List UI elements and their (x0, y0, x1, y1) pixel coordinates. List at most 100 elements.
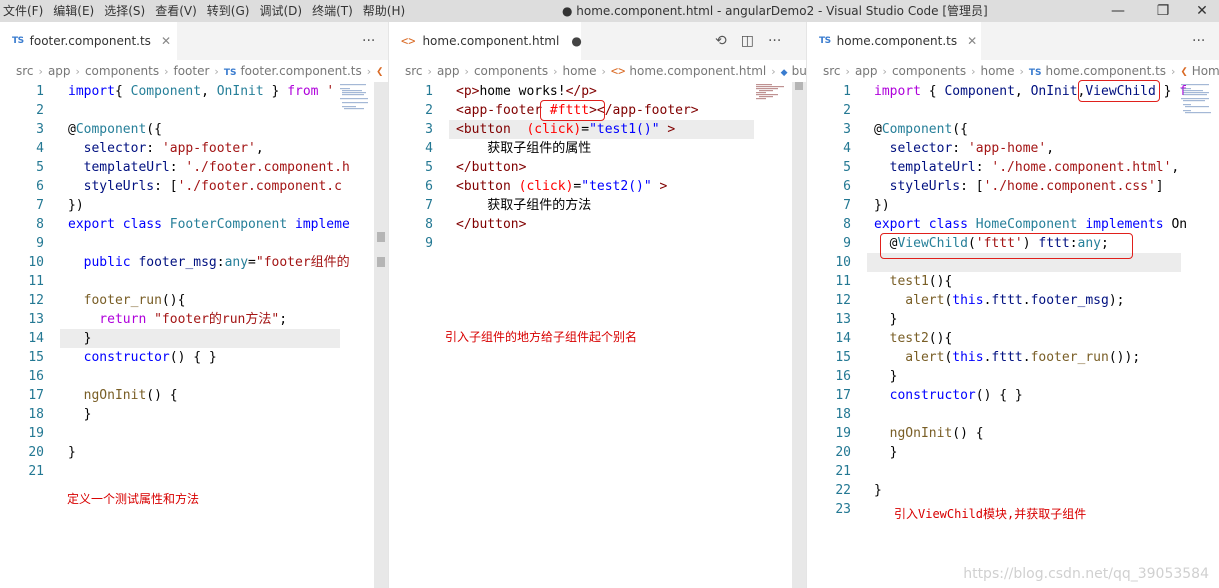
code-line[interactable]: export class FooterComponent impleme (68, 215, 350, 234)
breadcrumb-home[interactable]: home (562, 64, 596, 78)
menu-go[interactable]: 转到(G) (204, 0, 257, 22)
code-line[interactable]: <button (click)="test1()" > (456, 120, 699, 139)
line-number: 11 (28, 274, 44, 289)
code-line[interactable] (874, 405, 1187, 424)
scroll-thumb[interactable] (377, 232, 385, 242)
tab-home-component-html[interactable]: <> home.component.html ● (389, 22, 582, 60)
code-line[interactable] (456, 234, 699, 253)
code-line[interactable] (68, 101, 350, 120)
code-line[interactable]: selector: 'app-footer', (68, 139, 350, 158)
breadcrumb-symbol[interactable]: bu (792, 64, 806, 78)
code-line[interactable]: selector: 'app-home', (874, 139, 1187, 158)
code-line[interactable]: } (68, 329, 350, 348)
code-line[interactable] (68, 367, 350, 386)
code-line[interactable]: } (874, 367, 1187, 386)
code-line[interactable]: constructor() { } (874, 386, 1187, 405)
minimap[interactable] (755, 82, 789, 122)
code-line[interactable]: ngOnInit() { (68, 386, 350, 405)
code-line[interactable] (68, 272, 350, 291)
close-icon[interactable]: ✕ (161, 34, 171, 48)
menu-file[interactable]: 文件(F) (0, 0, 50, 22)
code-line[interactable]: </button> (456, 158, 699, 177)
breadcrumb-file[interactable]: home.component.ts (1046, 64, 1167, 78)
code-line[interactable]: @Component({ (68, 120, 350, 139)
menu-selection[interactable]: 选择(S) (101, 0, 152, 22)
breadcrumb-home[interactable]: home (980, 64, 1014, 78)
open-changes-icon[interactable]: ⟲ (715, 33, 727, 49)
code-line[interactable]: import{ Component, OnInit } from ' (68, 82, 350, 101)
code-line[interactable]: } (68, 443, 350, 462)
code-line[interactable]: ngOnInit() { (874, 424, 1187, 443)
menu-terminal[interactable]: 终端(T) (309, 0, 360, 22)
code-editor[interactable]: 1 2 3 4 5 6 7 8 9 10 11 12 13 14 15 16 17 18 19 20 21 22 23 im… (807, 80, 1219, 588)
breadcrumb-app[interactable]: app (855, 64, 878, 78)
breadcrumb-src[interactable]: src (823, 64, 841, 78)
code-line[interactable]: </button> (456, 215, 699, 234)
menu-edit[interactable]: 编辑(E) (50, 0, 101, 22)
breadcrumb-symbol[interactable]: Hom (1192, 64, 1219, 78)
code-line[interactable]: styleUrls: ['./home.component.css'] (874, 177, 1187, 196)
code-editor[interactable]: 123456789 <p>home works!</p> <app-footer … (389, 82, 806, 588)
code-line[interactable] (874, 101, 1187, 120)
code-line[interactable]: test2(){ (874, 329, 1187, 348)
breadcrumb-footer[interactable]: footer (173, 64, 209, 78)
code-line[interactable]: styleUrls: ['./footer.component.c (68, 177, 350, 196)
minimap[interactable] (1180, 82, 1214, 122)
code-line[interactable]: templateUrl: './footer.component.h (68, 158, 350, 177)
code-line[interactable]: footer_run(){ (68, 291, 350, 310)
code-line[interactable] (68, 462, 350, 481)
code-line[interactable]: } (874, 481, 1187, 500)
code-line[interactable]: <p>home works!</p> (456, 82, 699, 101)
code-line[interactable]: 获取子组件的属性 (456, 139, 699, 158)
code-line[interactable]: <button (click)="test2()" > (456, 177, 699, 196)
split-editor-icon[interactable]: ◫ (741, 33, 754, 49)
code-line[interactable]: } (874, 310, 1187, 329)
symbol-icon[interactable]: ❮ (376, 64, 383, 78)
menu-help[interactable]: 帮助(H) (360, 0, 412, 22)
breadcrumb-components[interactable]: components (474, 64, 548, 78)
code-content[interactable]: import { Component, OnInit,ViewChild } f… (874, 82, 1187, 519)
code-editor[interactable]: 1 2 3 4 5 6 7 8 9 10 11 12 13 14 15 16 17 18 19 20 21 import… (0, 82, 388, 588)
minimap[interactable] (339, 82, 373, 122)
code-line[interactable]: alert(this.fttt.footer_run()); (874, 348, 1187, 367)
code-line[interactable]: @Component({ (874, 120, 1187, 139)
code-line[interactable]: export class HomeComponent implements On (874, 215, 1187, 234)
code-line[interactable]: test1(){ (874, 272, 1187, 291)
code-line[interactable] (874, 462, 1187, 481)
close-window-icon[interactable]: ✕ (1179, 0, 1219, 22)
tab-footer-component-ts[interactable]: TS footer.component.ts ✕ (0, 22, 177, 60)
breadcrumb-file[interactable]: home.component.html (629, 64, 766, 78)
breadcrumb-src[interactable]: src (16, 64, 34, 78)
code-line[interactable]: } (68, 405, 350, 424)
breadcrumb-file[interactable]: footer.component.ts (240, 64, 361, 78)
breadcrumb-src[interactable]: src (405, 64, 423, 78)
vertical-scrollbar[interactable] (374, 82, 388, 588)
scroll-thumb[interactable] (795, 82, 803, 90)
vertical-scrollbar[interactable] (792, 82, 806, 588)
code-line[interactable]: return "footer的run方法"; (68, 310, 350, 329)
breadcrumb-components[interactable]: components (85, 64, 159, 78)
breadcrumb-app[interactable]: app (48, 64, 71, 78)
more-actions-icon[interactable]: ··· (362, 33, 375, 49)
more-actions-icon[interactable]: ··· (1192, 33, 1205, 49)
breadcrumb-app[interactable]: app (437, 64, 460, 78)
close-icon[interactable]: ✕ (967, 34, 977, 48)
code-line[interactable] (68, 234, 350, 253)
code-line[interactable]: constructor() { } (68, 348, 350, 367)
minimize-icon[interactable]: — (1095, 0, 1141, 22)
code-line[interactable] (68, 424, 350, 443)
menu-debug[interactable]: 调试(D) (256, 0, 309, 22)
code-line[interactable]: public footer_msg:any="footer组件的 (68, 253, 350, 272)
code-line[interactable]: 获取子组件的方法 (456, 196, 699, 215)
breadcrumb-components[interactable]: components (892, 64, 966, 78)
code-line[interactable]: } (874, 443, 1187, 462)
more-actions-icon[interactable]: ··· (768, 33, 781, 49)
tab-home-component-ts[interactable]: TS home.component.ts ✕ (807, 22, 981, 60)
code-line[interactable]: }) (68, 196, 350, 215)
menu-view[interactable]: 查看(V) (152, 0, 204, 22)
unsaved-dot-icon[interactable]: ● (571, 34, 581, 48)
code-line[interactable]: templateUrl: './home.component.html', (874, 158, 1187, 177)
code-line[interactable]: }) (874, 196, 1187, 215)
code-content[interactable]: import{ Component, OnInit } from ' @Compo… (68, 82, 350, 481)
code-line[interactable]: alert(this.fttt.footer_msg); (874, 291, 1187, 310)
